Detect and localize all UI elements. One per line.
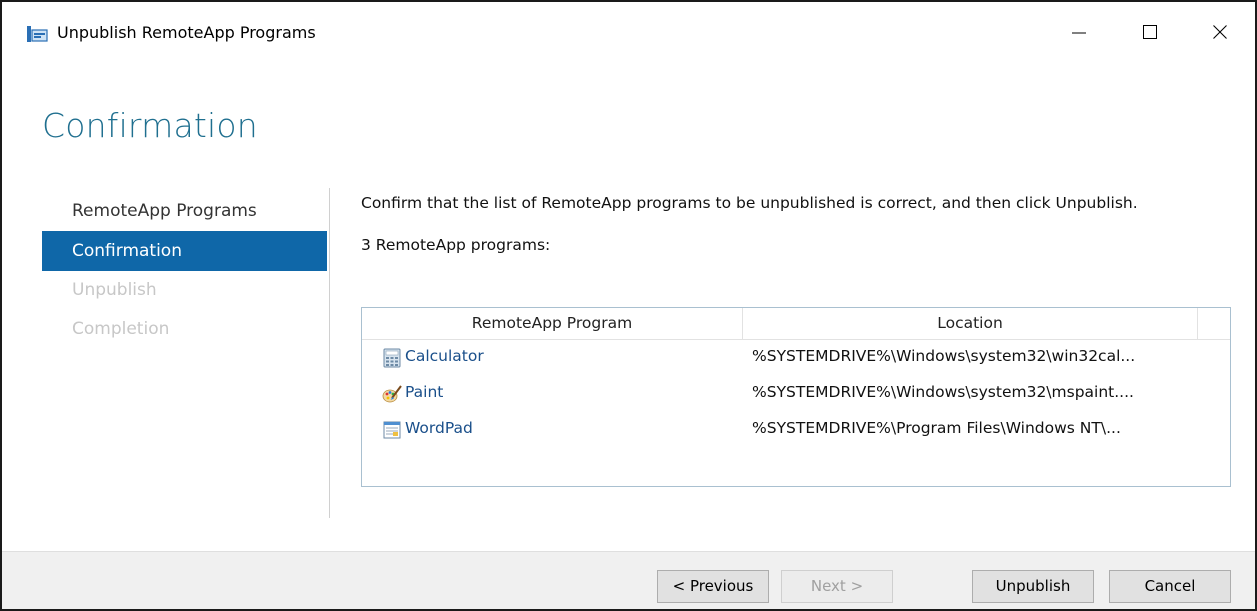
program-list[interactable]: RemoteApp Program Location Calculator %S… — [361, 307, 1231, 487]
calculator-icon — [382, 348, 402, 368]
minimize-icon — [1071, 24, 1087, 44]
column-header-program[interactable]: RemoteApp Program — [362, 308, 742, 340]
list-item[interactable]: Paint %SYSTEMDRIVE%\Windows\system32\msp… — [362, 376, 1230, 412]
window-title: Unpublish RemoteApp Programs — [57, 23, 316, 42]
nav-item-label: RemoteApp Programs — [72, 201, 257, 221]
nav-item-label: Confirmation — [72, 241, 182, 261]
list-item[interactable]: WordPad %SYSTEMDRIVE%\Program Files\Wind… — [362, 412, 1230, 448]
instruction-text: Confirm that the list of RemoteApp progr… — [361, 194, 1138, 212]
list-header: RemoteApp Program Location — [362, 308, 1230, 340]
program-location: %SYSTEMDRIVE%\Program Files\Windows NT\.… — [752, 419, 1121, 437]
column-separator[interactable] — [1197, 308, 1198, 340]
close-icon — [1212, 24, 1228, 44]
title-bar[interactable]: Unpublish RemoteApp Programs — [2, 2, 1255, 66]
wordpad-icon — [382, 420, 402, 440]
previous-button[interactable]: < Previous — [657, 570, 769, 603]
cancel-button[interactable]: Cancel — [1109, 570, 1231, 603]
next-button[interactable]: Next > — [781, 570, 893, 603]
program-name: Paint — [405, 383, 444, 401]
nav-item-label: Completion — [72, 319, 170, 339]
nav-divider — [329, 188, 330, 518]
wizard-window: Unpublish RemoteApp Programs Confirmatio… — [0, 0, 1257, 611]
nav-item-completion: Completion — [42, 310, 327, 349]
page-title: Confirmation — [42, 106, 258, 145]
unpublish-button[interactable]: Unpublish — [972, 570, 1094, 603]
content-pane: Confirm that the list of RemoteApp progr… — [361, 192, 1211, 254]
program-name: WordPad — [405, 419, 473, 437]
column-header-location[interactable]: Location — [743, 308, 1197, 340]
program-location: %SYSTEMDRIVE%\Windows\system32\win32cal.… — [752, 347, 1136, 365]
nav-item-label: Unpublish — [72, 280, 157, 300]
nav-item-confirmation[interactable]: Confirmation — [42, 231, 327, 271]
minimize-button[interactable] — [1049, 2, 1109, 66]
close-button[interactable] — [1190, 2, 1250, 66]
remoteapp-icon — [26, 24, 48, 44]
wizard-nav: RemoteApp Programs Confirmation Unpublis… — [42, 192, 327, 349]
nav-item-unpublish: Unpublish — [42, 271, 327, 310]
nav-item-remoteapp-programs[interactable]: RemoteApp Programs — [42, 192, 327, 231]
maximize-icon — [1142, 24, 1158, 44]
program-count-label: 3 RemoteApp programs: — [361, 236, 551, 254]
program-location: %SYSTEMDRIVE%\Windows\system32\mspaint..… — [752, 383, 1134, 401]
button-bar: < Previous Next > Unpublish Cancel — [2, 551, 1255, 609]
maximize-button[interactable] — [1120, 2, 1180, 66]
paint-icon — [382, 384, 402, 404]
program-name: Calculator — [405, 347, 484, 365]
list-item[interactable]: Calculator %SYSTEMDRIVE%\Windows\system3… — [362, 340, 1230, 376]
